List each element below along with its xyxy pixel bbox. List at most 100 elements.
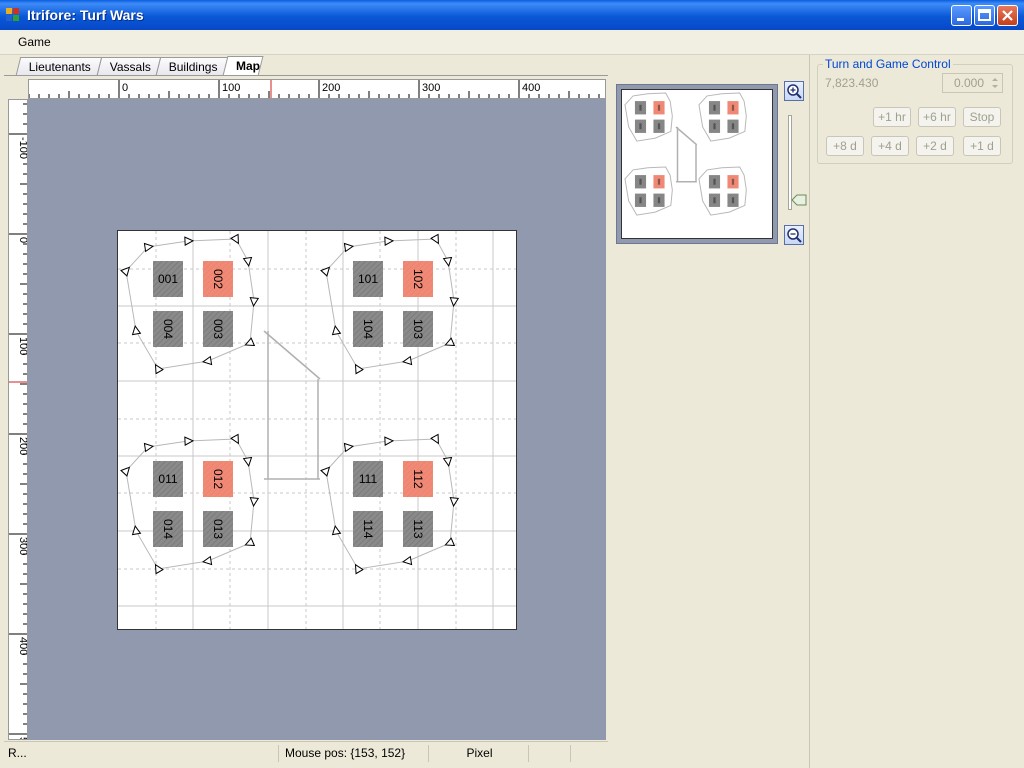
building-011[interactable]: 011 xyxy=(153,461,183,497)
building-101[interactable] xyxy=(708,101,721,115)
building-label: 112 xyxy=(411,469,425,488)
waypoint-marker[interactable] xyxy=(401,555,413,566)
building-label-mark xyxy=(713,104,716,111)
waypoint-marker[interactable] xyxy=(401,355,413,366)
building-103[interactable] xyxy=(727,119,739,133)
waypoint-marker[interactable] xyxy=(131,524,142,536)
building-003[interactable]: 003 xyxy=(203,311,233,347)
building-003[interactable] xyxy=(653,119,665,133)
waypoint-marker[interactable] xyxy=(230,433,242,445)
waypoint-marker[interactable] xyxy=(444,337,456,349)
road-loop xyxy=(125,438,255,570)
building-001[interactable]: 001 xyxy=(153,261,183,297)
waypoint-marker[interactable] xyxy=(152,563,164,575)
waypoint-marker[interactable] xyxy=(201,355,213,366)
waypoint-marker[interactable] xyxy=(230,233,242,245)
plus-6-hr-button[interactable]: +6 hr xyxy=(918,107,956,127)
maximize-button[interactable] xyxy=(974,5,995,26)
map-drawing[interactable]: 001 002 004 003 101 102 104 103 011 012 014 013 111 1… xyxy=(118,231,516,629)
close-button[interactable] xyxy=(997,5,1018,26)
building-103[interactable]: 103 xyxy=(403,311,433,347)
plus-8-d-button[interactable]: +8 d xyxy=(826,136,864,156)
waypoint-marker[interactable] xyxy=(352,363,364,375)
waypoint-marker[interactable] xyxy=(343,442,355,453)
building-004[interactable] xyxy=(634,119,647,133)
building-012[interactable]: 012 xyxy=(203,461,233,497)
zoom-out-button[interactable] xyxy=(784,225,804,245)
building-113[interactable] xyxy=(727,193,739,207)
waypoint-marker[interactable] xyxy=(442,456,453,468)
waypoint-marker[interactable] xyxy=(430,233,442,245)
plus-4-d-button[interactable]: +4 d xyxy=(871,136,909,156)
waypoint-marker[interactable] xyxy=(331,324,342,336)
waypoint-marker[interactable] xyxy=(249,497,260,508)
stop-button[interactable]: Stop xyxy=(963,107,1001,127)
horizontal-ruler: 0 100 200 300 400 xyxy=(28,79,606,99)
waypoint-marker[interactable] xyxy=(449,297,460,308)
waypoint-marker[interactable] xyxy=(184,436,195,446)
building-101[interactable]: 101 xyxy=(353,261,383,297)
plus-1-hr-button[interactable]: +1 hr xyxy=(873,107,911,127)
map-canvas[interactable]: 001 002 004 003 101 102 104 103 011 012 014 013 111 1… xyxy=(28,99,606,740)
waypoint-marker[interactable] xyxy=(244,537,256,549)
waypoint-marker[interactable] xyxy=(249,297,260,308)
waypoint-marker[interactable] xyxy=(331,524,342,536)
map-sheet[interactable]: 001 002 004 003 101 102 104 103 011 012 014 013 111 1… xyxy=(117,230,517,630)
waypoint-marker[interactable] xyxy=(143,242,155,253)
waypoint-marker[interactable] xyxy=(184,236,195,246)
building-label: 103 xyxy=(411,319,425,339)
plus-1-d-button[interactable]: +1 d xyxy=(963,136,1001,156)
waypoint-marker[interactable] xyxy=(343,242,355,253)
waypoint-marker[interactable] xyxy=(131,324,142,336)
waypoint-marker[interactable] xyxy=(430,433,442,445)
title-bar[interactable]: Itrifore: Turf Wars xyxy=(0,0,1024,30)
building-label-mark xyxy=(657,178,661,185)
building-012[interactable] xyxy=(653,175,665,189)
building-102[interactable] xyxy=(727,101,739,115)
waypoint-marker[interactable] xyxy=(242,256,253,268)
minimap-drawing[interactable] xyxy=(622,90,772,238)
building-112[interactable] xyxy=(727,175,739,189)
building-011[interactable] xyxy=(634,175,647,189)
tab-buildings[interactable]: Buildings xyxy=(155,57,229,75)
building-014[interactable]: 014 xyxy=(153,511,183,547)
building-001[interactable] xyxy=(634,101,647,115)
building-113[interactable]: 113 xyxy=(403,511,433,547)
building-111[interactable] xyxy=(708,175,721,189)
building-114[interactable] xyxy=(708,193,721,207)
waypoint-marker[interactable] xyxy=(384,236,395,246)
building-013[interactable]: 013 xyxy=(203,511,233,547)
tab-map[interactable]: Map xyxy=(222,56,264,76)
building-104[interactable]: 104 xyxy=(353,311,383,347)
building-111[interactable]: 111 xyxy=(353,461,383,497)
minimap[interactable] xyxy=(621,89,773,239)
tab-lieutenants[interactable]: Lieutenants xyxy=(15,57,103,75)
zoom-in-button[interactable] xyxy=(784,81,804,101)
waypoint-marker[interactable] xyxy=(449,497,460,508)
building-104[interactable] xyxy=(708,119,721,133)
tab-vassals[interactable]: Vassals xyxy=(96,57,162,75)
building-label: 001 xyxy=(158,272,178,286)
building-014[interactable] xyxy=(634,193,647,207)
road-loop xyxy=(624,92,673,142)
minimize-button[interactable] xyxy=(951,5,972,26)
building-013[interactable] xyxy=(653,193,665,207)
building-112[interactable]: 112 xyxy=(403,461,433,497)
plus-2-d-button[interactable]: +2 d xyxy=(916,136,954,156)
zoom-slider-thumb[interactable] xyxy=(791,194,807,206)
waypoint-marker[interactable] xyxy=(152,363,164,375)
waypoint-marker[interactable] xyxy=(352,563,364,575)
waypoint-marker[interactable] xyxy=(201,555,213,566)
building-114[interactable]: 114 xyxy=(353,511,383,547)
waypoint-marker[interactable] xyxy=(444,537,456,549)
building-102[interactable]: 102 xyxy=(403,261,433,297)
spinner-arrows-icon[interactable] xyxy=(989,75,1001,91)
building-002[interactable] xyxy=(653,101,665,115)
building-004[interactable]: 004 xyxy=(153,311,183,347)
building-002[interactable]: 002 xyxy=(203,261,233,297)
waypoint-marker[interactable] xyxy=(143,442,155,453)
waypoint-marker[interactable] xyxy=(242,456,253,468)
waypoint-marker[interactable] xyxy=(442,256,453,268)
waypoint-marker[interactable] xyxy=(384,436,395,446)
menu-game[interactable]: Game xyxy=(12,35,57,49)
